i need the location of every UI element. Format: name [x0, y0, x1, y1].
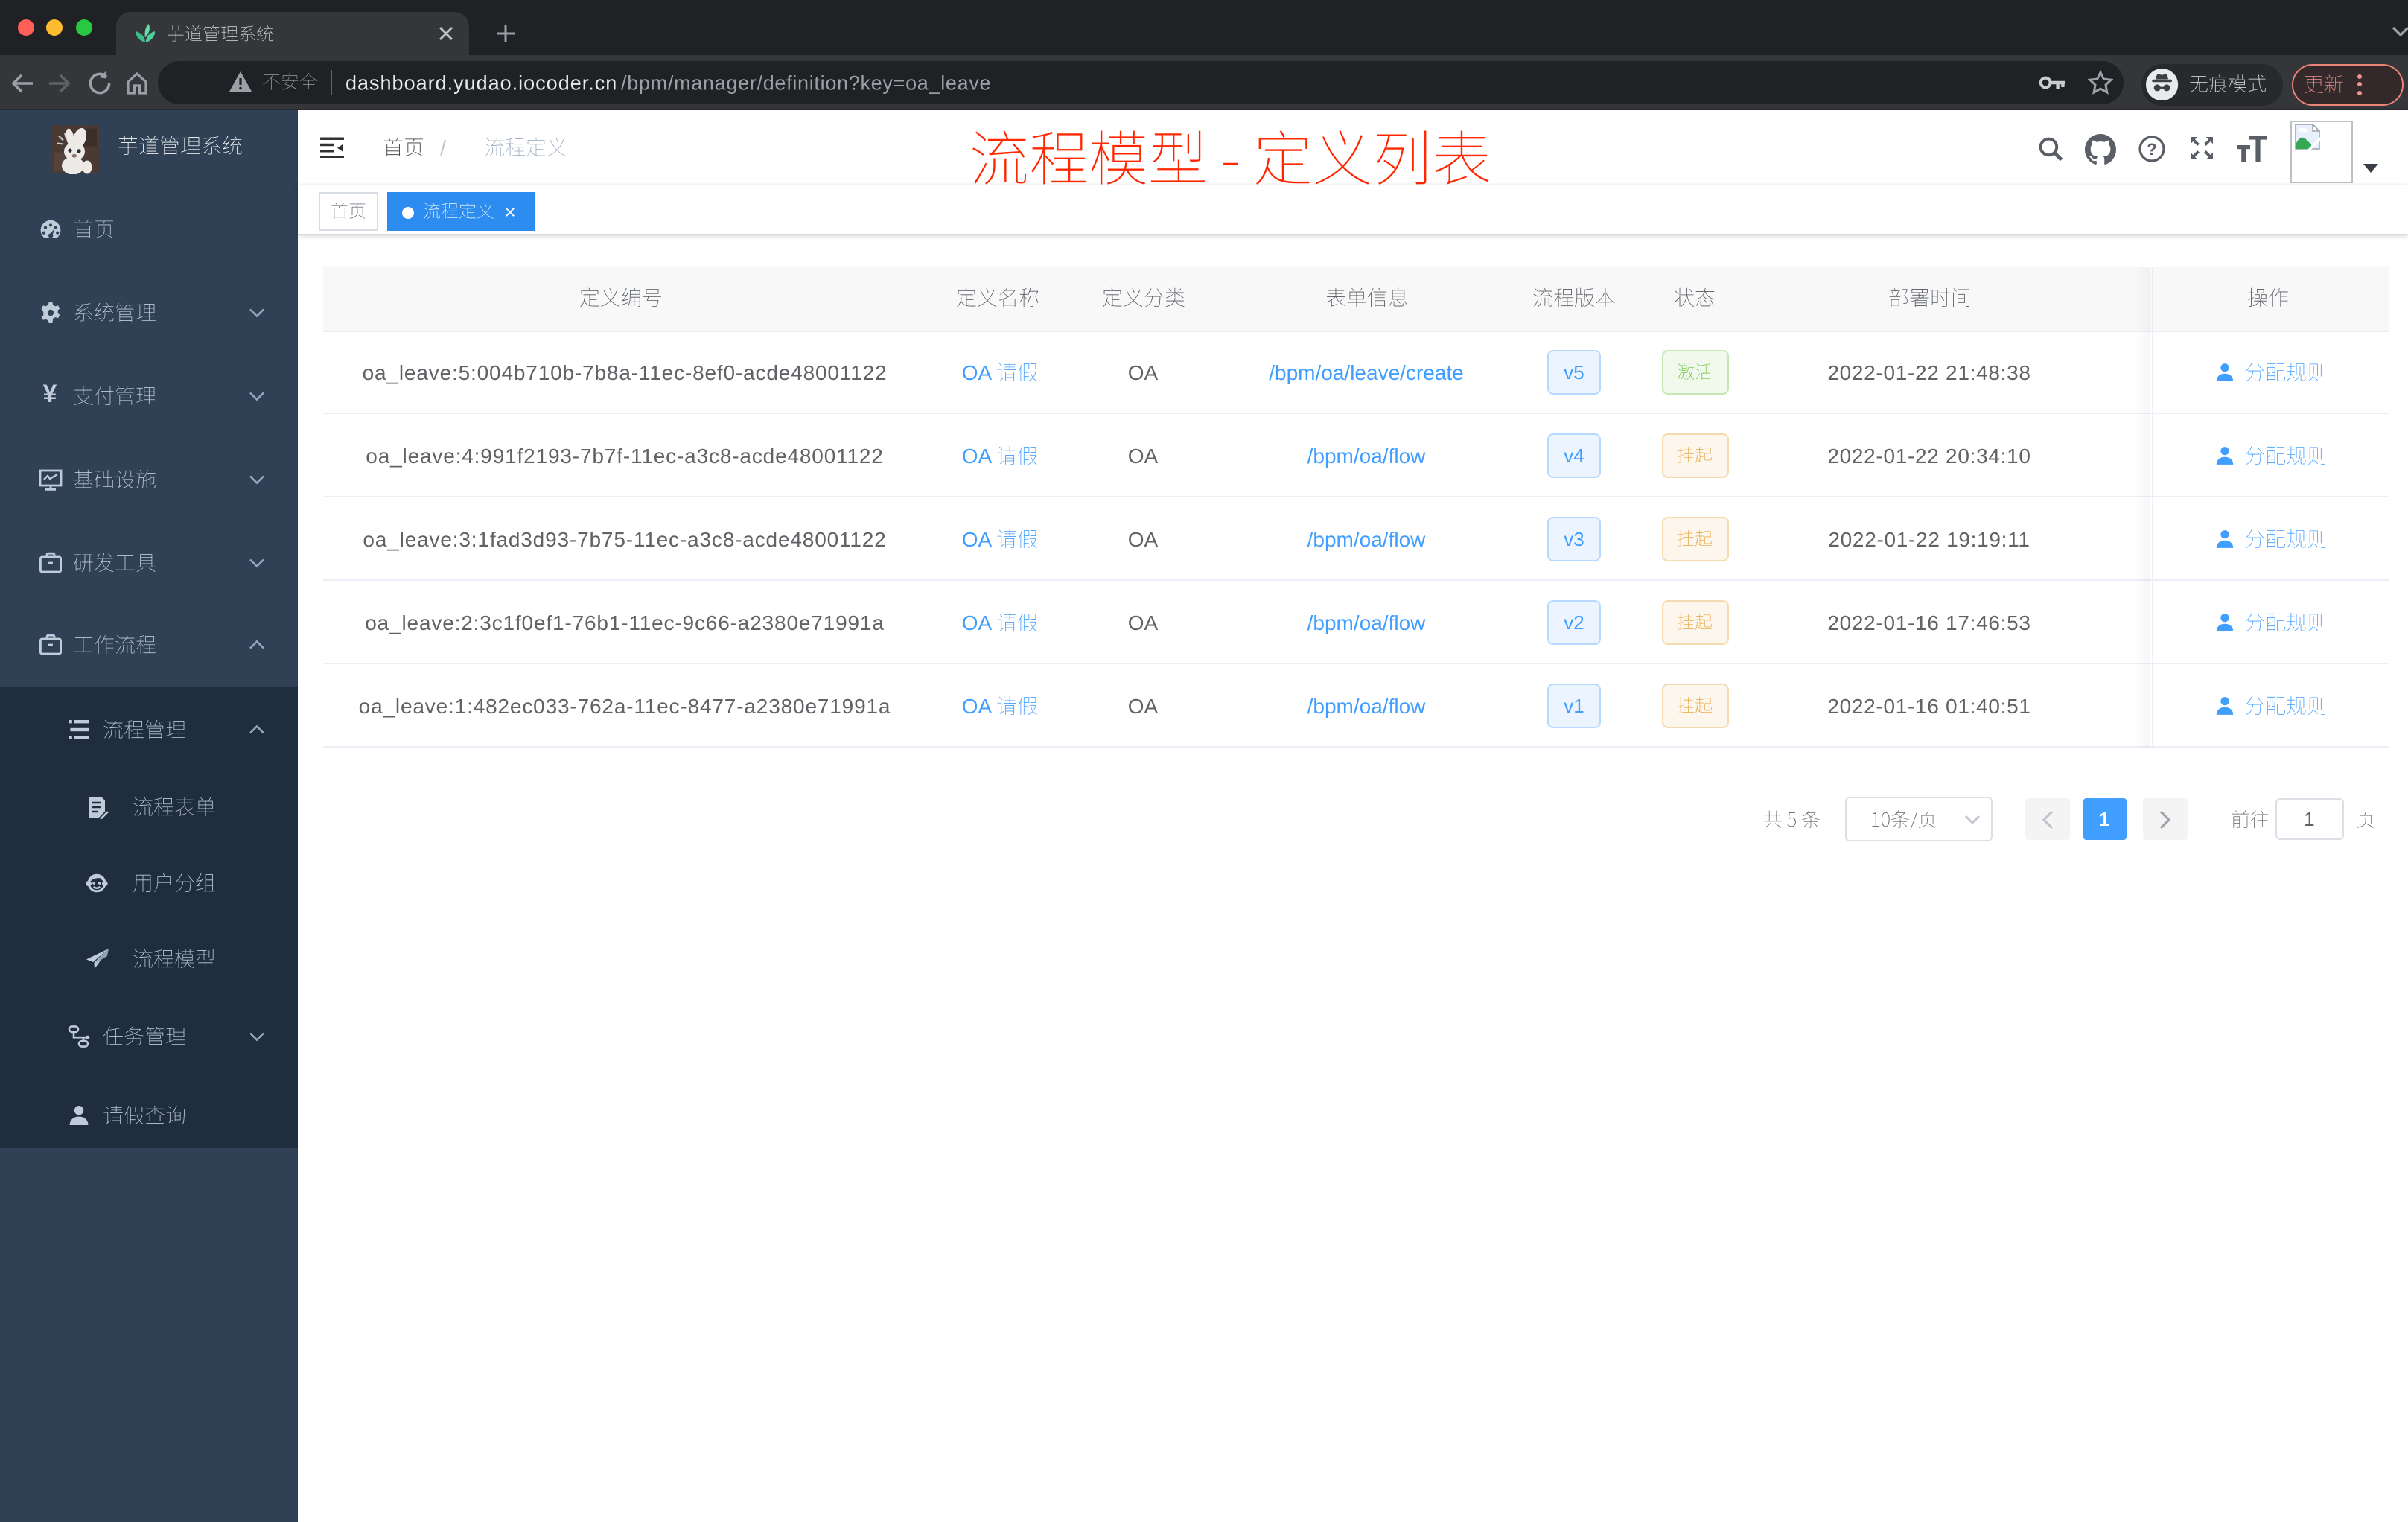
svg-text:?: ? — [2147, 140, 2156, 159]
